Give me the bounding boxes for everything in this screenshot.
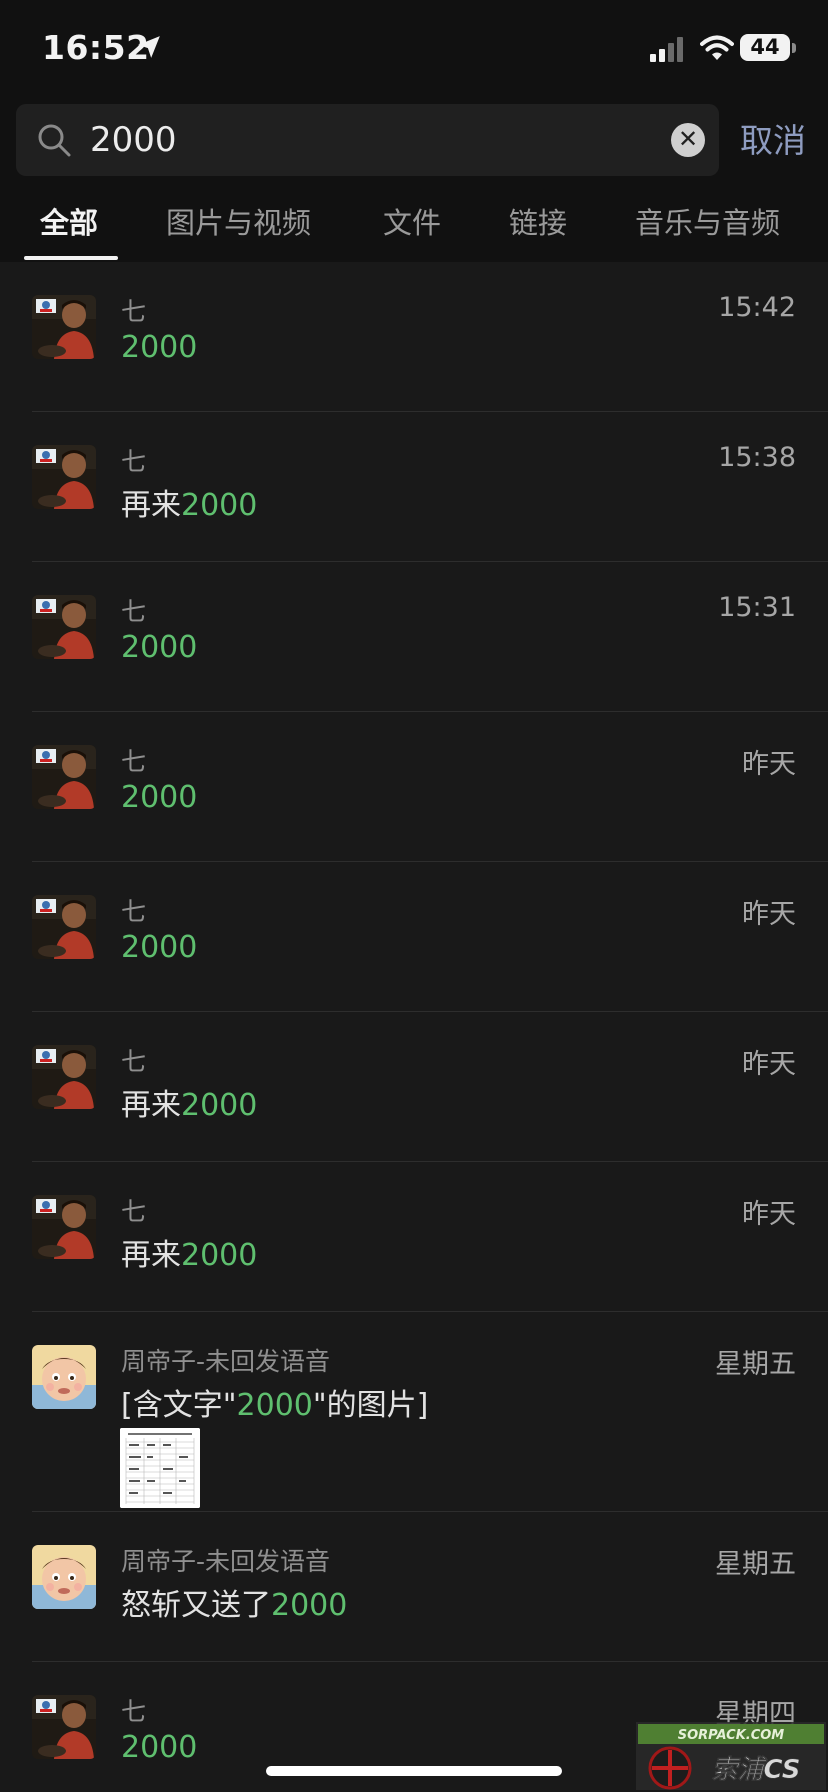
sender-name: 周帝子-未回发语音 [121,1347,331,1376]
tab-files[interactable]: 文件 [383,200,441,242]
battery-icon: 44 [740,34,790,61]
battery-tip [792,43,796,53]
boy-avatar [32,1195,96,1259]
keyword-highlight: 2000 [121,780,198,815]
cartoon-avatar [32,1345,96,1409]
message-time: 昨天 [742,1049,796,1080]
image-thumbnail[interactable] [120,1428,200,1508]
keyword-highlight: 2000 [181,1088,258,1123]
message-time: 昨天 [742,1199,796,1230]
sender-name: 七 [121,747,147,776]
result-row[interactable]: 七 昨天 2000 [0,712,828,862]
wifi-icon [700,35,734,60]
message-snippet: 2000 [121,330,197,365]
result-row[interactable]: 七 昨天 再来2000 [0,1162,828,1312]
sender-name: 七 [121,447,147,476]
result-row[interactable]: 周帝子-未回发语音 星期五 [含文字"2000"的图片] [0,1312,828,1512]
snippet-prefix: 再来 [121,1238,181,1273]
close-icon: ✕ [677,125,699,153]
boy-avatar [32,595,96,659]
watermark-logo: SORPACK.COM 索浦CS [636,1722,826,1790]
tab-images-videos[interactable]: 图片与视频 [166,200,311,242]
message-snippet: 2000 [121,780,197,815]
result-row[interactable]: 七 昨天 再来2000 [0,1012,828,1162]
sender-name: 七 [121,1697,147,1726]
message-snippet: [含文字"2000"的图片] [121,1380,428,1424]
document-table-thumbnail [120,1428,200,1508]
keyword-highlight: 2000 [121,930,198,965]
active-tab-indicator [24,256,118,260]
category-tabs: 全部 图片与视频 文件 链接 音乐与音频 [0,200,828,262]
search-box[interactable]: ✕ [16,104,719,176]
search-icon [38,124,71,157]
snippet-prefix: 怒斩又送了 [121,1588,271,1623]
result-row[interactable]: 周帝子-未回发语音 星期五 怒斩又送了2000 [0,1512,828,1662]
message-time: 15:42 [718,292,796,323]
tab-links[interactable]: 链接 [509,200,567,242]
snippet-prefix: 再来 [121,1088,181,1123]
message-time: 15:38 [718,442,796,473]
message-snippet: 再来2000 [121,1230,257,1274]
sender-name: 七 [121,1197,147,1226]
sender-name: 周帝子-未回发语音 [121,1547,331,1576]
boy-avatar [32,295,96,359]
boy-avatar [32,895,96,959]
snippet-prefix: 再来 [121,488,181,523]
keyword-highlight: 2000 [271,1588,348,1623]
message-snippet: 再来2000 [121,1080,257,1124]
message-time: 昨天 [742,749,796,780]
message-snippet: 2000 [121,1730,197,1765]
cancel-button[interactable]: 取消 [740,114,806,162]
sender-name: 七 [121,1047,147,1076]
location-arrow-icon [138,36,160,58]
message-snippet: 2000 [121,930,197,965]
keyword-highlight: 2000 [121,330,198,365]
tab-all[interactable]: 全部 [40,200,98,242]
result-row[interactable]: 七 15:42 2000 [0,262,828,412]
boy-avatar [32,445,96,509]
message-time: 15:31 [718,592,796,623]
keyword-highlight: 2000 [121,1730,198,1765]
keyword-highlight: 2000 [121,630,198,665]
message-time: 星期五 [715,1549,796,1580]
message-snippet: 怒斩又送了2000 [121,1580,347,1624]
boy-avatar [32,1045,96,1109]
result-row[interactable]: 七 15:31 2000 [0,562,828,712]
status-time: 16:52 [42,28,150,67]
boy-avatar [32,745,96,809]
tab-music-audio[interactable]: 音乐与音频 [635,200,780,242]
keyword-highlight: 2000 [236,1388,313,1423]
message-snippet: 2000 [121,630,197,665]
result-row[interactable]: 七 昨天 2000 [0,862,828,1012]
battery-level: 44 [750,35,780,59]
sender-name: 七 [121,597,147,626]
clear-search-button[interactable]: ✕ [671,123,705,157]
sender-name: 七 [121,297,147,326]
cellular-signal-icon [650,37,683,62]
home-indicator[interactable] [266,1766,562,1776]
snippet-suffix: "的图片] [312,1388,429,1423]
status-bar: 16:52 44 [0,0,828,100]
sender-name: 七 [121,897,147,926]
cartoon-avatar [32,1545,96,1609]
svg-text:索浦CS: 索浦CS [712,1755,801,1785]
message-time: 昨天 [742,899,796,930]
search-header: ✕ 取消 全部 图片与视频 文件 链接 音乐与音频 [0,100,828,262]
keyword-highlight: 2000 [181,488,258,523]
message-snippet: 再来2000 [121,480,257,524]
svg-text:SORPACK.COM: SORPACK.COM [678,1728,785,1743]
keyword-highlight: 2000 [181,1238,258,1273]
message-time: 星期五 [715,1349,796,1380]
search-input[interactable] [90,110,670,170]
boy-avatar [32,1695,96,1759]
snippet-prefix: [含文字" [121,1388,237,1423]
search-results-page: 16:52 44 ✕ [0,0,828,1792]
result-row[interactable]: 七 15:38 再来2000 [0,412,828,562]
